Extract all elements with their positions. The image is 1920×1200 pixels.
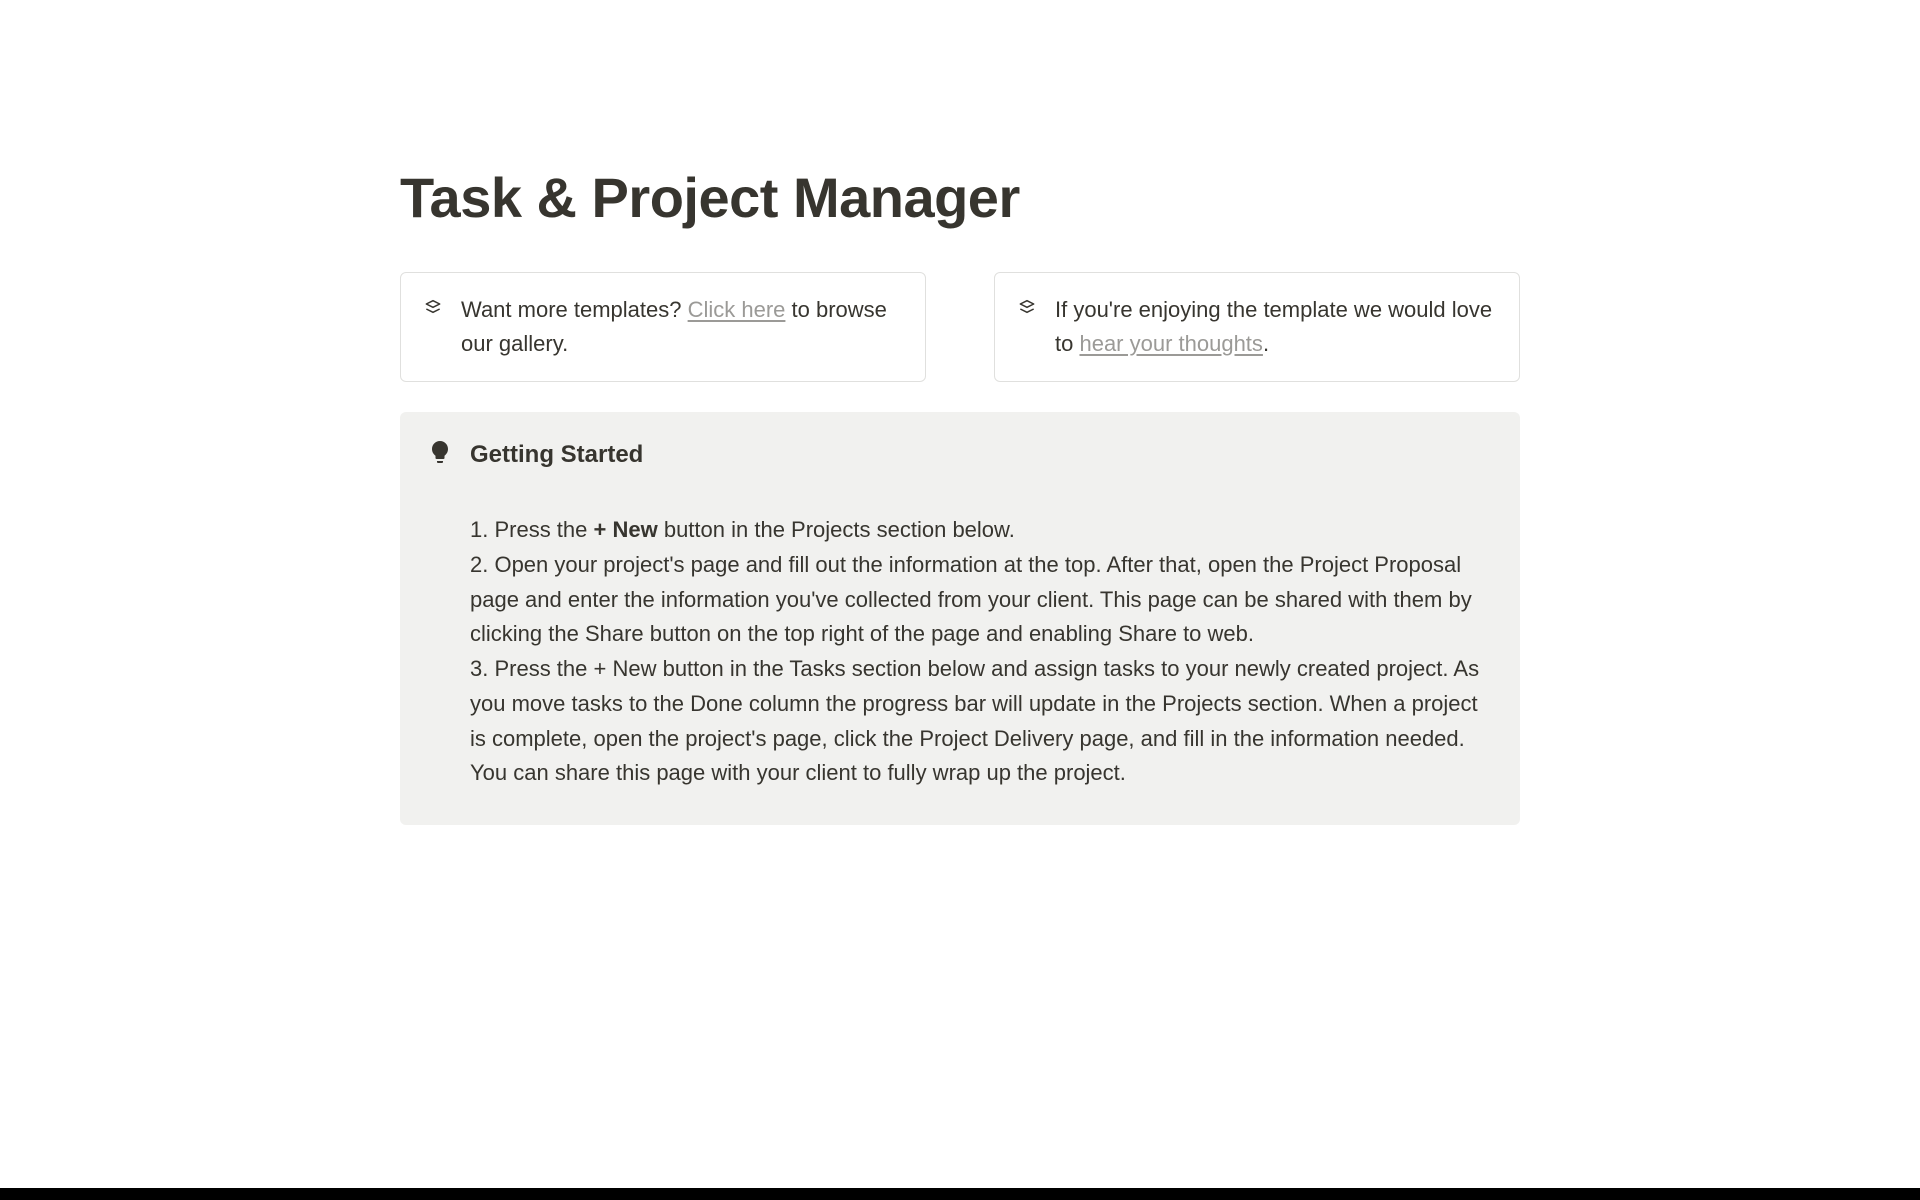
callout-prefix: Want more templates? [461, 297, 688, 322]
step-1: 1. Press the + New button in the Project… [470, 513, 1490, 548]
templates-link[interactable]: Click here [688, 297, 786, 322]
notion-icon [1017, 299, 1037, 324]
callout-card-templates: Want more templates? Click here to brows… [400, 272, 926, 382]
notion-icon [423, 299, 443, 324]
callout-text-templates: Want more templates? Click here to brows… [461, 293, 903, 361]
callout-card-feedback: If you're enjoying the template we would… [994, 272, 1520, 382]
bottom-bar [0, 1188, 1920, 1200]
callout-row: Want more templates? Click here to brows… [400, 272, 1520, 382]
lightbulb-icon [430, 440, 450, 469]
step1-bold: + New [594, 517, 658, 542]
page-container: Task & Project Manager Want more templat… [320, 0, 1600, 825]
step1-suffix: button in the Projects section below. [658, 517, 1015, 542]
getting-started-callout: Getting Started 1. Press the + New butto… [400, 412, 1520, 825]
getting-started-header: Getting Started [430, 440, 1490, 469]
getting-started-steps: 1. Press the + New button in the Project… [430, 513, 1490, 791]
callout-text-feedback: If you're enjoying the template we would… [1055, 293, 1497, 361]
step1-prefix: 1. Press the [470, 517, 594, 542]
callout-suffix: . [1263, 331, 1269, 356]
feedback-link[interactable]: hear your thoughts [1079, 331, 1262, 356]
page-title: Task & Project Manager [400, 165, 1520, 230]
step-2: 2. Open your project's page and fill out… [470, 548, 1490, 652]
getting-started-title: Getting Started [470, 441, 643, 469]
step-3: 3. Press the + New button in the Tasks s… [470, 652, 1490, 791]
